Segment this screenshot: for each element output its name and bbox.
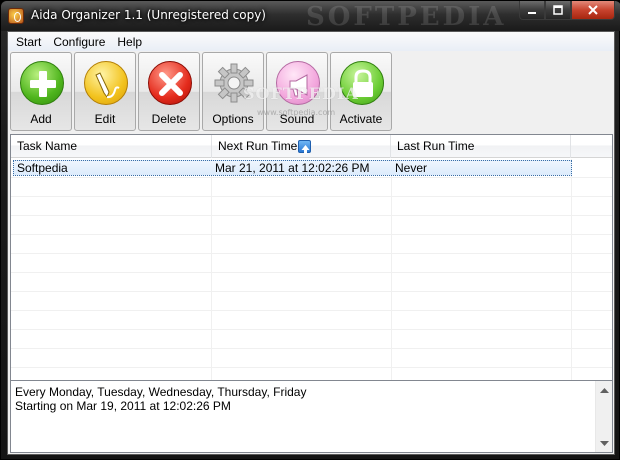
chevron-up-icon	[600, 387, 609, 393]
grid-line	[11, 367, 612, 368]
menu-bar: Start Configure Help	[8, 32, 614, 51]
close-icon	[588, 5, 598, 15]
sort-ascending-icon	[298, 140, 311, 154]
add-button[interactable]: Add	[10, 52, 72, 131]
chevron-down-icon	[600, 440, 609, 446]
column-last-run-time[interactable]: Last Run Time	[391, 135, 571, 158]
grid-line	[211, 159, 212, 380]
menu-help[interactable]: Help	[111, 35, 148, 49]
column-next-run-time[interactable]: Next Run Time	[212, 135, 391, 158]
column-next-run-time-label: Next Run Time	[218, 139, 298, 153]
watermark-title: SOFTPEDIA	[306, 2, 507, 32]
app-window: Aida Organizer 1.1 (Unregistered copy) S…	[0, 0, 620, 460]
maximize-icon	[553, 5, 563, 15]
task-list-body: Softpedia Mar 21, 2011 at 12:02:26 PM Ne…	[11, 159, 612, 380]
add-button-label: Add	[30, 112, 52, 126]
client-area: Start Configure Help Add Edit Delete Opt…	[7, 31, 615, 455]
activate-button-label: Activate	[339, 112, 383, 126]
toolbar-watermark: SOFTPEDIA	[243, 84, 359, 103]
edit-button-label: Edit	[94, 112, 116, 126]
scroll-down-button[interactable]	[596, 435, 613, 452]
options-button-label: Options	[212, 112, 254, 126]
column-task-name[interactable]: Task Name	[11, 135, 212, 158]
maximize-button[interactable]	[545, 1, 571, 20]
schedule-text: Every Monday, Tuesday, Wednesday, Thursd…	[15, 385, 306, 413]
grid-line	[11, 348, 612, 349]
x-icon	[148, 61, 192, 105]
grid-line	[11, 291, 612, 292]
title-bar[interactable]: Aida Organizer 1.1 (Unregistered copy) S…	[1, 1, 620, 32]
column-task-name-label: Task Name	[17, 139, 78, 153]
column-last-run-time-label: Last Run Time	[397, 139, 475, 153]
grid-line	[11, 234, 612, 235]
column-filler	[571, 135, 612, 158]
caption-buttons	[519, 1, 615, 21]
delete-button-label: Delete	[151, 112, 187, 126]
grid-line	[11, 310, 612, 311]
grid-line	[11, 177, 612, 178]
grid-line	[11, 196, 612, 197]
schedule-start: Starting on Mar 19, 2011 at 12:02:26 PM	[15, 399, 231, 413]
toolbar-watermark-url: www.softpedia.com	[257, 108, 336, 117]
schedule-days: Every Monday, Tuesday, Wednesday, Thursd…	[15, 385, 307, 399]
table-row[interactable]: Softpedia Mar 21, 2011 at 12:02:26 PM Ne…	[13, 160, 572, 176]
grid-line	[11, 272, 612, 273]
plus-icon	[20, 61, 64, 105]
schedule-details[interactable]: Every Monday, Tuesday, Wednesday, Thursd…	[10, 380, 613, 453]
grid-line	[391, 159, 392, 380]
menu-start[interactable]: Start	[10, 35, 47, 49]
close-button[interactable]	[571, 1, 615, 20]
minimize-button[interactable]	[519, 1, 545, 20]
edit-button[interactable]: Edit	[74, 52, 136, 131]
task-list[interactable]: Task Name Next Run Time Last Run Time So…	[10, 134, 613, 381]
grid-line	[11, 215, 612, 216]
grid-line	[11, 253, 612, 254]
grid-line	[571, 159, 572, 380]
grid-line	[11, 329, 612, 330]
task-list-header: Task Name Next Run Time Last Run Time	[11, 135, 612, 158]
scroll-up-button[interactable]	[596, 381, 613, 398]
cell-task-name: Softpedia	[17, 161, 68, 175]
delete-button[interactable]: Delete	[138, 52, 200, 131]
cell-last-run-time: Never	[395, 161, 428, 175]
cell-next-run-time: Mar 21, 2011 at 12:02:26 PM	[215, 161, 370, 175]
pencil-icon	[84, 61, 128, 105]
menu-configure[interactable]: Configure	[47, 35, 111, 49]
window-title: Aida Organizer 1.1 (Unregistered copy)	[31, 8, 266, 22]
vertical-scrollbar[interactable]	[595, 381, 612, 452]
app-icon[interactable]	[8, 8, 24, 24]
minimize-icon	[528, 12, 536, 14]
